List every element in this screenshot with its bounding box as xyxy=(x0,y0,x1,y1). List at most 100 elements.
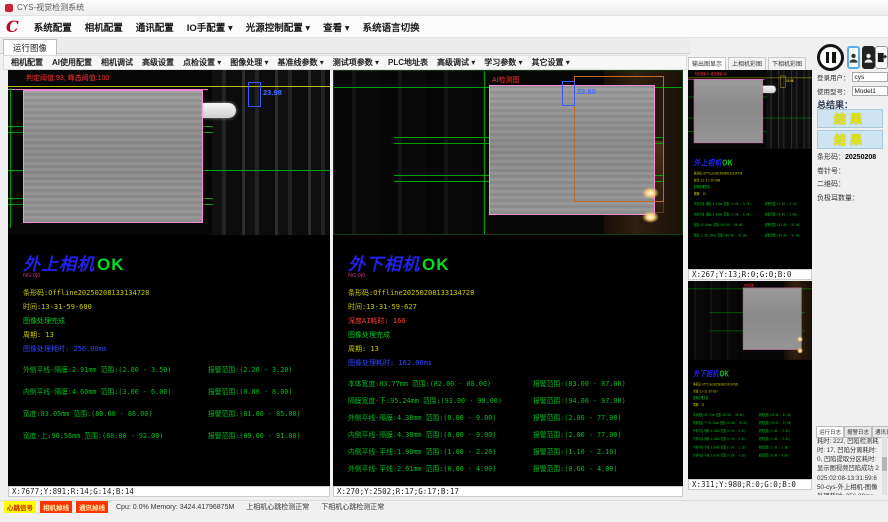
menu-view[interactable]: 查看 ▾ xyxy=(323,20,349,34)
alarm-text: 报警范围:(2.00 - 77.00) xyxy=(759,436,812,441)
measurement-text: 内侧平线-隔膜:4.60mm 范围:(3.00 - 6.00) xyxy=(23,386,208,396)
thumb-tab-bottom-camera[interactable]: 下相机彩图 xyxy=(768,57,806,70)
thumbnail-tab-strip: 输出图显示 上相机彩图 下相机彩图 xyxy=(688,57,812,70)
titlebar: CYS-视觉检测系统 xyxy=(0,0,888,16)
pause-button[interactable] xyxy=(817,44,844,71)
pause-icon xyxy=(832,52,836,63)
left-camera-image[interactable]: 判定阈值:93, 峰态阈值:100 23.98 xyxy=(8,70,330,235)
thumb-top-coordinate-readout: X:267;Y:13;R:0;G:0;B:0 xyxy=(688,269,812,280)
thumb-tab-top-camera[interactable]: 上相机彩图 xyxy=(728,57,766,70)
measurement-table: 本体宽度:83.77mm 范围:(82.00 - 88.00) 报警范围:(83… xyxy=(348,378,683,473)
measure-value-label: 23.98 xyxy=(263,88,282,97)
measurement-text: 内侧平线-隔膜:4.38mm 范围:(0.00 - 9.00) xyxy=(348,429,533,439)
alarm-text: 报警范围:(0.60 - 4.00) xyxy=(533,463,683,473)
measure-roi-box xyxy=(562,81,575,106)
toolbar-camera-config[interactable]: 相机配置 xyxy=(11,57,43,68)
elapsed-line: 图像处理耗时: 162.00ms xyxy=(348,358,683,368)
camera-offline-badge: 相机掉线 xyxy=(40,501,72,513)
toolbar-other-settings[interactable]: 其它设置 ▾ xyxy=(532,57,570,68)
menu-camera-config[interactable]: 相机配置 xyxy=(85,20,123,34)
model-label: 使用型号： xyxy=(817,86,850,96)
camera-name: 外下相机 xyxy=(348,255,420,274)
measurement-text: 内侧平线-平线:1.90mm 范围:(1.00 - 2.20) xyxy=(693,444,758,449)
alarm-text: 报警范围:(2.00 - 77.00) xyxy=(533,412,683,422)
alarm-text: 报警范围:(1.10 - 2.10) xyxy=(759,444,812,449)
measurement-text: 宽度:83.05mm 范围:(80.00 - 86.00) xyxy=(23,408,208,418)
camera-result-title: 外下相机OK xyxy=(348,256,683,273)
camera-name: 外下相机 xyxy=(693,369,718,378)
thumb-bottom-coordinate-readout: X:311;Y:980;R:0;G:0;B:0 xyxy=(688,479,812,490)
bottom-pixel-coordinate-readout: X:270;Y:2502;R:17;G:17;B:17 xyxy=(333,486,683,497)
bottom-camera-thumbnail[interactable]: AI检测图 外下相机OK 条形码:Offline2025020813313472… xyxy=(688,281,812,479)
barcode-line: 条形码:Offline20250208133134728 xyxy=(348,288,683,298)
menu-system-config[interactable]: 系统配置 xyxy=(34,20,72,34)
measure-roi-box xyxy=(248,82,261,107)
alarm-text: 报警范围:(2.00 - 77.00) xyxy=(533,429,683,439)
alarm-text: 报警范围:(94.00 - 97.00) xyxy=(533,395,683,405)
menu-comm-config[interactable]: 通讯配置 xyxy=(136,20,174,34)
yellow-reference-line xyxy=(8,86,330,87)
status-bar: 心跳信号 相机掉线 通讯掉线 Cpu: 0.0% Memory: 3424.41… xyxy=(0,500,888,513)
brand-logo-icon: C xyxy=(6,19,19,35)
measurement-text: 宽度-上:90.56mm 范围:(88.00 - 92.00) xyxy=(23,430,208,440)
toolbar-camera-debug[interactable]: 相机调试 xyxy=(101,57,133,68)
camera-result-title: 外上相机OK xyxy=(23,256,330,273)
barcode-line: 条形码:Offline20250208133134728 xyxy=(23,288,330,298)
login-user-button[interactable] xyxy=(847,46,860,69)
exit-door-icon xyxy=(877,52,887,63)
exit-button[interactable] xyxy=(875,46,888,69)
camera-name: 外上相机 xyxy=(23,255,95,274)
alarm-text: 报警范围:(0.00 - 8.00) xyxy=(208,386,330,396)
toolbar-test-params[interactable]: 测试项参数 ▾ xyxy=(333,57,379,68)
alarm-text: 报警范围:(89.00 - 91.00) xyxy=(765,233,812,238)
user-switch-button[interactable] xyxy=(862,46,875,69)
cycle-line: 周期: 13 xyxy=(23,330,330,340)
thumb-tab-output[interactable]: 输出图显示 xyxy=(688,57,726,70)
cycle-line: 周期: 13 xyxy=(348,344,683,354)
toolbar-baseline-params[interactable]: 基准线参数 ▾ xyxy=(278,57,324,68)
model-value[interactable]: Model1 xyxy=(852,86,888,96)
menu-light-config[interactable]: 光源控制配置 ▾ xyxy=(246,20,310,34)
barcode-line: 条形码:Offline20250208133134728 xyxy=(694,171,812,176)
ai-elapsed-line: 深度AI耗时: 166 xyxy=(348,316,683,326)
toolbar-advanced-settings[interactable]: 高级设置 xyxy=(142,57,174,68)
elapsed-line: 图像处理耗时: 256.00ms xyxy=(23,344,330,354)
tab-strip: 运行图像 xyxy=(0,38,690,54)
top-camera-thumbnail[interactable]: 判定阈值:93, 峰态阈值:100 23.98 外上相机OK 条形码:Offli… xyxy=(688,70,812,269)
toolbar-ai-config[interactable]: AI使用配置 xyxy=(52,57,92,68)
scrollbar-thumb[interactable] xyxy=(882,457,887,471)
toolbar-plc-address[interactable]: PLC地址表 xyxy=(388,57,428,68)
measurement-text: 宽度:83.05mm 范围:(80.00 - 86.00) xyxy=(694,222,765,227)
weld-glow-spot xyxy=(797,336,803,342)
menu-language-switch[interactable]: 系统语言切换 xyxy=(363,20,420,34)
log-scrollbar[interactable] xyxy=(882,437,887,495)
cell-texture xyxy=(24,91,202,222)
weld-glow-spot xyxy=(642,187,659,199)
toolbar-advanced-debug[interactable]: 高级调试 ▾ xyxy=(437,57,475,68)
login-user-value[interactable]: cys xyxy=(852,72,888,82)
measurement-text: 宽度-上:90.56mm 范围:(88.00 - 92.00) xyxy=(694,233,765,238)
menu-io-config[interactable]: IO手配置 ▾ xyxy=(187,20,233,34)
tab-count-label: 负极耳数量： xyxy=(817,193,859,203)
alarm-text: 报警范围:(94.00 - 97.00) xyxy=(759,420,812,425)
measurement-text: 外侧平线-隔膜:2.91mm 范围:(2.00 - 3.50) xyxy=(694,201,765,206)
toolbar-spot-check[interactable]: 点检设置 ▾ xyxy=(183,57,221,68)
done-line: 图像处理完成 xyxy=(348,330,683,340)
result-ok-label: OK xyxy=(422,255,450,274)
threshold-overlay-label: 判定阈值:93, 峰态阈值:100 xyxy=(695,71,727,76)
measure-value-label: 23.98 xyxy=(786,79,793,83)
toolbar-learning-params[interactable]: 学习参数 ▾ xyxy=(484,57,522,68)
time-line: 时间:13-31-59-600 xyxy=(23,302,330,312)
bottom-camera-image[interactable]: AI检测图 22.80 xyxy=(333,70,683,235)
toolbar-image-processing[interactable]: 图像处理 ▾ xyxy=(230,57,268,68)
cpu-memory-readout: Cpu: 0.0% Memory: 3424.41796875M xyxy=(116,504,234,511)
background-texture xyxy=(688,281,741,360)
threshold-overlay-label: 判定阈值:93, 峰态阈值:100 xyxy=(26,73,109,83)
left-result-block: 外上相机OK NG:0|0 条形码:Offline202502081331347… xyxy=(8,235,330,440)
measure-roi-box xyxy=(780,76,785,88)
measurement-text: 内侧平线-隔膜:4.60mm 范围:(3.00 - 6.00) xyxy=(694,211,765,216)
login-user-label: 登录用户： xyxy=(817,72,850,82)
side-panel: 登录用户： cys 使用型号： Model1 总结果： 结果 结果 条形码：20… xyxy=(815,40,888,498)
result-box-bottom: 结果 xyxy=(817,130,883,149)
camera-name: 外上相机 xyxy=(694,158,722,167)
